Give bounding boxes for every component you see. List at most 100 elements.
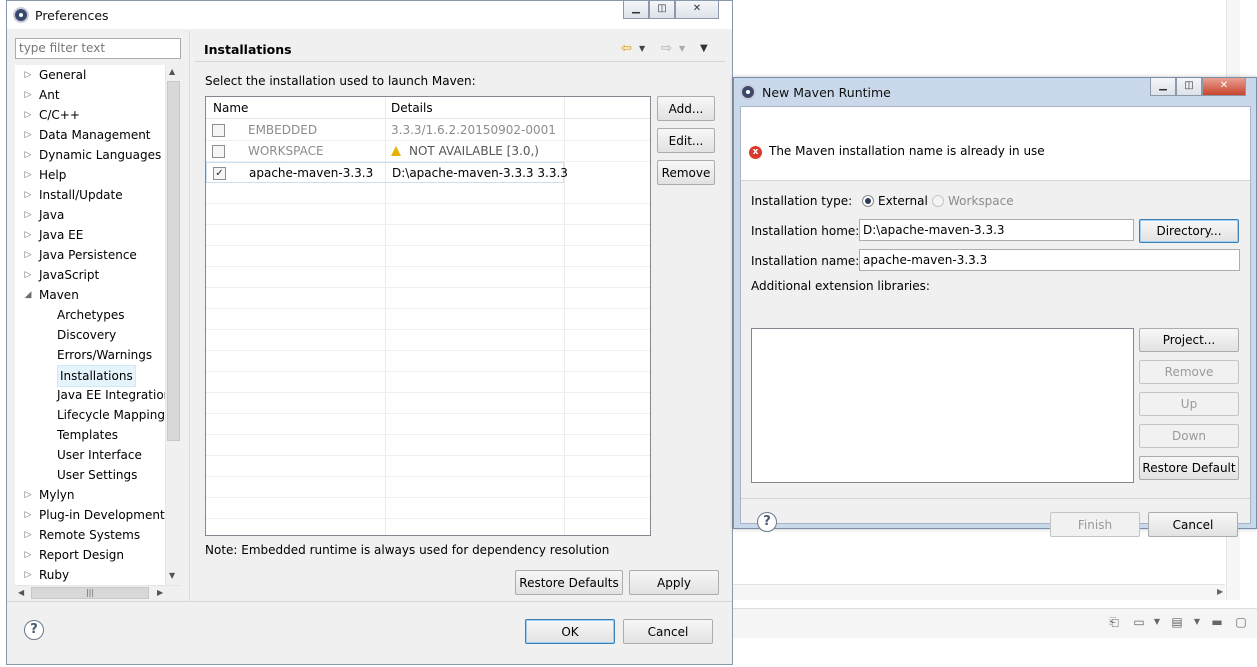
tree-item[interactable]: ◢ Maven — [15, 285, 181, 305]
tree-expand-icon[interactable]: ▷ — [23, 565, 33, 585]
project-button[interactable]: Project... — [1139, 328, 1239, 352]
scroll-left-icon[interactable]: ◀ — [18, 588, 24, 597]
tree-item[interactable]: Java EE Integration — [15, 385, 181, 405]
restore-button[interactable]: ◫ — [649, 1, 675, 19]
tree-item[interactable]: Installations — [15, 365, 181, 387]
tree-collapse-icon[interactable]: ◢ — [23, 285, 33, 305]
tree-expand-icon[interactable]: ▷ — [23, 105, 33, 125]
scroll-down-icon[interactable]: ▼ — [169, 571, 175, 580]
minimize-button[interactable]: ▁ — [623, 1, 649, 19]
table-row[interactable]: ✓ apache-maven-3.3.3 D:\apache-maven-3.3.3… — [206, 162, 568, 183]
display-dropdown-icon[interactable]: ▼ — [1148, 614, 1166, 630]
tree-item[interactable]: ▷ Plug-in Development — [15, 505, 181, 525]
tree-item[interactable]: ▷ JavaScript — [15, 265, 181, 285]
scroll-right-icon[interactable]: ▶ — [1217, 587, 1223, 596]
view-menu-icon[interactable]: ▼ — [700, 43, 708, 54]
tree-vertical-scrollbar[interactable]: ▲ ▼ — [165, 65, 181, 585]
remove-lib-button[interactable]: Remove — [1139, 360, 1239, 384]
tree-horizontal-thumb[interactable]: ||| — [31, 587, 149, 599]
display-icon[interactable]: ▭ — [1130, 614, 1148, 630]
tree-item[interactable]: ▷ Java Persistence — [15, 245, 181, 265]
add-button[interactable]: Add... — [657, 96, 715, 121]
tree-item[interactable]: ▷ Report Design — [15, 545, 181, 565]
tree-expand-icon[interactable]: ▷ — [23, 505, 33, 525]
help-icon[interactable]: ? — [24, 620, 44, 640]
filter-input[interactable]: type filter text — [15, 38, 181, 59]
tree-item[interactable]: Archetypes — [15, 305, 181, 325]
tree-expand-icon[interactable]: ▷ — [23, 85, 33, 105]
edit-button[interactable]: Edit... — [657, 128, 715, 153]
tree-item[interactable]: ▷ Mylyn — [15, 485, 181, 505]
tree-expand-icon[interactable]: ▷ — [23, 125, 33, 145]
tree-item[interactable]: ▷ Install/Update — [15, 185, 181, 205]
tree-item[interactable]: ▷ Remote Systems — [15, 525, 181, 545]
column-name[interactable]: Name — [213, 101, 248, 115]
tree-expand-icon[interactable]: ▷ — [23, 185, 33, 205]
tree-item[interactable]: User Settings — [15, 465, 181, 485]
close-button[interactable]: ✕ — [675, 1, 719, 19]
preferences-tree[interactable]: ▷ General ▷ Ant ▷ C/C++ ▷ Data Management ▷ Dynam… — [15, 65, 181, 585]
editor-horizontal-scrollbar[interactable]: ▶ — [733, 584, 1225, 600]
row-checkbox[interactable] — [212, 124, 225, 137]
tree-expand-icon[interactable]: ▷ — [23, 225, 33, 245]
minimize-button[interactable]: ▁ — [1150, 78, 1176, 96]
tree-expand-icon[interactable]: ▷ — [23, 485, 33, 505]
tree-item[interactable]: Lifecycle Mapping — [15, 405, 181, 425]
finish-button[interactable]: Finish — [1050, 512, 1140, 537]
new-view-icon[interactable]: ▤ — [1168, 614, 1186, 630]
view-menu-icon[interactable]: ▼ — [1188, 614, 1206, 630]
remove-button[interactable]: Remove — [657, 160, 715, 185]
down-button[interactable]: Down — [1139, 424, 1239, 448]
row-checkbox[interactable]: ✓ — [213, 167, 226, 180]
back-icon[interactable]: ⇦ — [621, 41, 632, 56]
tree-expand-icon[interactable]: ▷ — [23, 65, 33, 85]
directory-button[interactable]: Directory... — [1139, 219, 1239, 243]
tree-item[interactable]: ▷ Dynamic Languages — [15, 145, 181, 165]
extension-libraries-list[interactable] — [751, 328, 1134, 483]
external-radio[interactable] — [862, 195, 874, 207]
forward-dropdown-icon[interactable]: ▼ — [679, 44, 685, 53]
tree-item[interactable]: ▷ Data Management — [15, 125, 181, 145]
tree-expand-icon[interactable]: ▷ — [23, 265, 33, 285]
maximize-view-icon[interactable]: ▢ — [1232, 614, 1250, 630]
cancel-button[interactable]: Cancel — [623, 619, 713, 644]
workspace-radio[interactable] — [932, 195, 944, 207]
tree-item[interactable]: ▷ Help — [15, 165, 181, 185]
external-radio-label[interactable]: External — [878, 194, 928, 208]
tree-expand-icon[interactable]: ▷ — [23, 525, 33, 545]
tree-vertical-thumb[interactable] — [167, 81, 180, 441]
tree-item[interactable]: Errors/Warnings — [15, 345, 181, 365]
tree-item[interactable]: ▷ Java EE — [15, 225, 181, 245]
tree-item[interactable]: ▷ Ant — [15, 85, 181, 105]
table-row[interactable]: WORKSPACE NOT AVAILABLE [3.0,) — [206, 141, 650, 162]
tree-expand-icon[interactable]: ▷ — [23, 545, 33, 565]
help-icon[interactable]: ? — [757, 512, 777, 532]
tree-item[interactable]: ▷ Java — [15, 205, 181, 225]
tree-item[interactable]: Templates — [15, 425, 181, 445]
tree-horizontal-scrollbar[interactable]: ◀ ||| ▶ — [15, 585, 181, 600]
column-details[interactable]: Details — [391, 101, 433, 115]
back-dropdown-icon[interactable]: ▼ — [639, 44, 645, 53]
forward-icon[interactable]: ⇨ — [661, 41, 672, 56]
tree-item[interactable]: ▷ General — [15, 65, 181, 85]
restore-button[interactable]: ◫ — [1176, 78, 1202, 96]
minimize-view-icon[interactable]: ▬ — [1208, 614, 1226, 630]
apply-button[interactable]: Apply — [629, 570, 719, 595]
cancel-button[interactable]: Cancel — [1148, 512, 1238, 537]
tree-item[interactable]: ▷ Ruby — [15, 565, 181, 585]
close-button[interactable]: ✕ — [1202, 78, 1246, 96]
tree-expand-icon[interactable]: ▷ — [23, 145, 33, 165]
tree-item[interactable]: Discovery — [15, 325, 181, 345]
restore-default-button[interactable]: Restore Default — [1139, 456, 1239, 480]
restore-defaults-button[interactable]: Restore Defaults — [515, 570, 623, 595]
installation-name-input[interactable]: apache-maven-3.3.3 — [859, 249, 1240, 271]
installations-table[interactable]: Name Details EMBEDDED 3.3.3/1.6.2.2015090… — [205, 96, 651, 536]
tree-expand-icon[interactable]: ▷ — [23, 205, 33, 225]
up-button[interactable]: Up — [1139, 392, 1239, 416]
scroll-up-icon[interactable]: ▲ — [169, 67, 175, 76]
tree-item[interactable]: ▷ C/C++ — [15, 105, 181, 125]
table-row[interactable]: EMBEDDED 3.3.3/1.6.2.20150902-0001 — [206, 120, 650, 141]
tree-item[interactable]: User Interface — [15, 445, 181, 465]
installation-home-input[interactable]: D:\apache-maven-3.3.3 — [859, 219, 1134, 241]
ok-button[interactable]: OK — [525, 619, 615, 644]
